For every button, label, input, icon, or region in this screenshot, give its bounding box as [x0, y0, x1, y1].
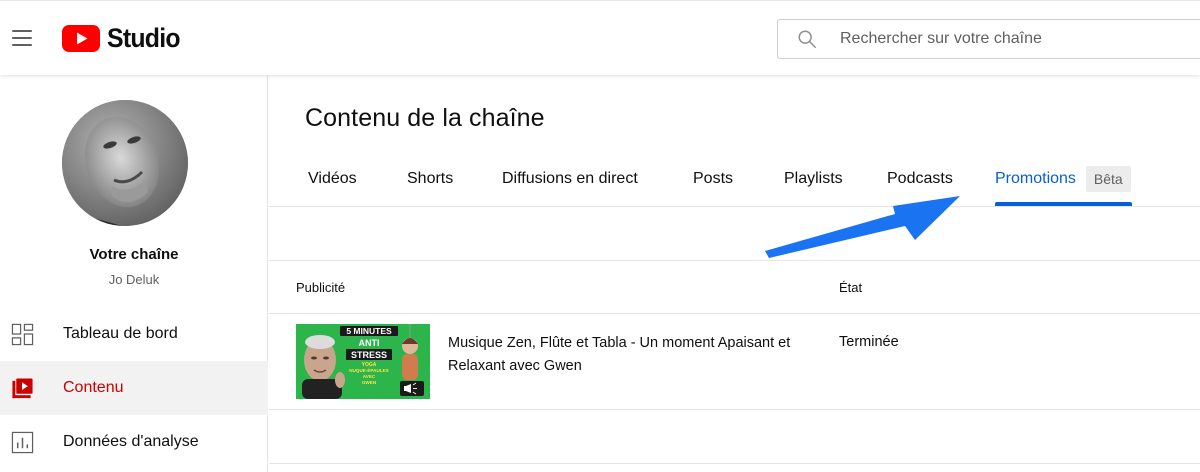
ad-title[interactable]: Musique Zen, Flûte et Tabla - Un moment … [448, 332, 808, 378]
youtube-play-icon [62, 25, 100, 52]
ad-status: Terminée [839, 334, 899, 350]
studio-app: Studio Rechercher sur votre chaîne Votre… [0, 0, 1200, 472]
top-bar: Studio [0, 0, 1200, 75]
search-box[interactable] [777, 19, 1200, 59]
tab-live[interactable]: Diffusions en direct [502, 150, 638, 207]
filter-bar[interactable] [269, 207, 1200, 261]
channel-avatar[interactable] [62, 100, 188, 226]
search-input[interactable] [840, 30, 1180, 48]
tab-promotions-label: Promotions [995, 169, 1076, 187]
thumb-text-5: NUQUE-ÉPAULES [349, 366, 388, 373]
page-title: Contenu de la chaîne [305, 104, 545, 132]
channel-handle: Jo Deluk [108, 272, 160, 287]
tab-posts[interactable]: Posts [693, 150, 733, 207]
avatar-portrait [62, 100, 188, 226]
column-header-ad[interactable]: Publicité [296, 280, 345, 295]
sidebar-item-analytics[interactable]: Données d'analyse [0, 415, 268, 469]
divider [269, 463, 1200, 464]
content-tabs: Vidéos Shorts Diffusions en direct Posts… [269, 150, 1200, 207]
active-tab-indicator [995, 202, 1132, 206]
column-header-status[interactable]: État [839, 280, 862, 295]
dashboard-icon [11, 323, 34, 345]
thumb-text-3: STRESS [351, 350, 387, 360]
tab-promotions[interactable]: Promotions Bêta [995, 150, 1131, 207]
tab-podcasts[interactable]: Podcasts [887, 150, 953, 207]
thumb-text-1: 5 MINUTES [346, 326, 392, 336]
content-icon [12, 377, 33, 398]
logo-text: Studio [107, 23, 181, 53]
sidebar-item-dashboard[interactable]: Tableau de bord [0, 307, 268, 361]
main-content: Contenu de la chaîne Vidéos Shorts Diffu… [269, 75, 1200, 472]
sidebar-item-label: Contenu [63, 379, 124, 396]
analytics-icon [11, 431, 34, 453]
thumb-text-7: GWEN [362, 380, 377, 385]
tab-shorts[interactable]: Shorts [407, 150, 453, 207]
channel-name: Votre chaîne [89, 246, 179, 263]
tab-videos[interactable]: Vidéos [308, 150, 357, 207]
beta-badge: Bêta [1085, 165, 1131, 192]
sidebar-item-label: Tableau de bord [63, 325, 178, 342]
sidebar: Votre chaîne Jo Deluk Tableau de bord Co… [0, 75, 268, 472]
sidebar-item-content[interactable]: Contenu [0, 361, 268, 415]
table-row[interactable]: 5 MINUTES ANTI STRESS YOGA NUQUE-ÉPAULES… [269, 314, 1200, 410]
sidebar-item-label: Données d'analyse [63, 433, 199, 450]
tab-playlists[interactable]: Playlists [784, 150, 843, 207]
thumb-text-6: AVEC [363, 374, 376, 379]
table-header: Publicité État [269, 261, 1200, 314]
ad-thumbnail[interactable]: 5 MINUTES ANTI STRESS YOGA NUQUE-ÉPAULES… [296, 324, 430, 399]
thumbnail-image: 5 MINUTES ANTI STRESS YOGA NUQUE-ÉPAULES… [296, 324, 430, 399]
thumb-text-2: ANTI [359, 338, 380, 348]
menu-icon[interactable] [12, 28, 32, 46]
search-icon[interactable] [796, 28, 818, 50]
studio-logo[interactable]: Studio [62, 23, 186, 54]
